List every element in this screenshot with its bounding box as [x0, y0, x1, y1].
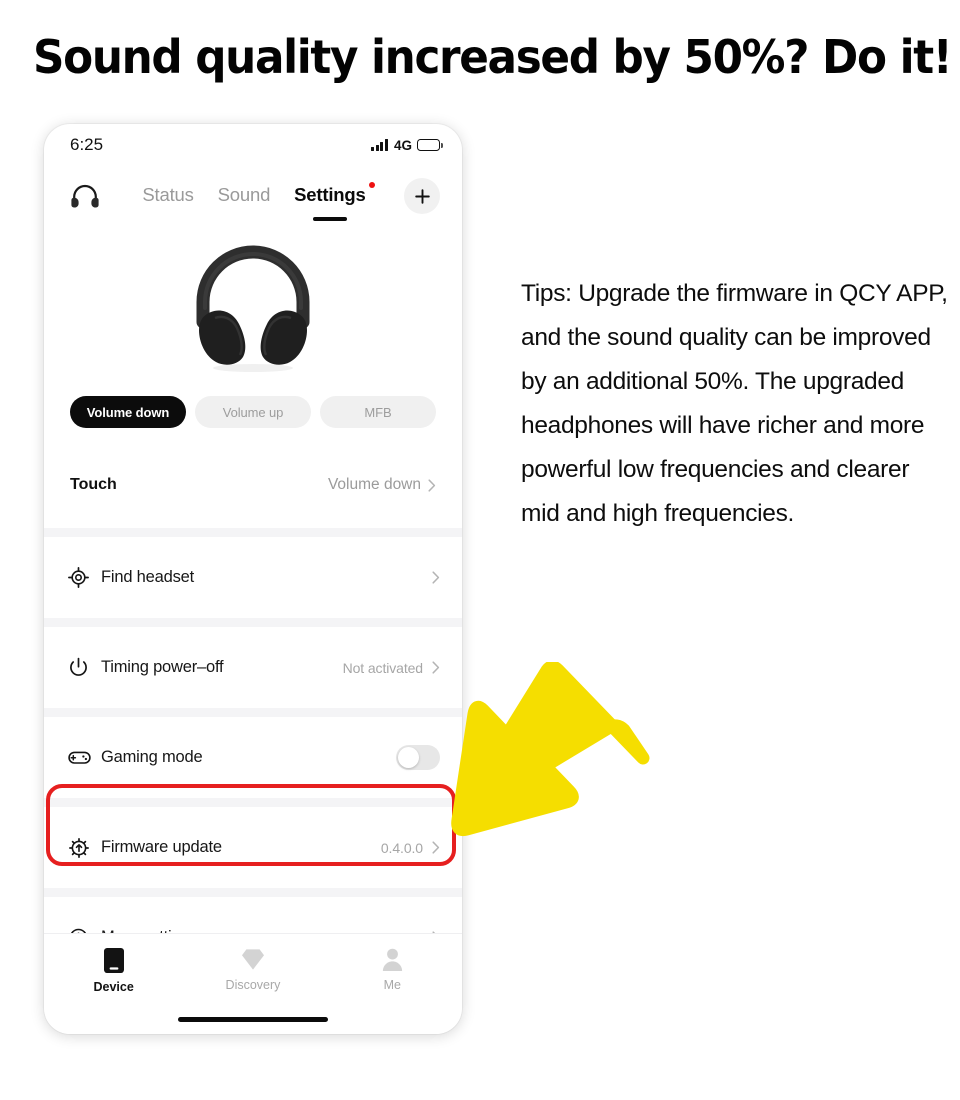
home-indicator [178, 1017, 328, 1022]
network-type-label: 4G [393, 137, 412, 153]
list-divider [44, 618, 462, 627]
list-divider [44, 798, 462, 807]
key-selector-segments: Volume down Volume up MFB [44, 396, 462, 428]
phone-mockup: 6:25 4G Status Sound Settings Volume dow… [44, 124, 462, 1034]
bottom-navigation: Device Discovery Me [44, 933, 462, 1034]
chevron-right-icon [432, 661, 440, 674]
tips-paragraph: Tips: Upgrade the firmware in QCY APP, a… [521, 280, 948, 527]
gaming-mode-toggle[interactable] [396, 745, 440, 770]
segment-volume-down[interactable]: Volume down [70, 396, 186, 428]
toggle-knob [398, 747, 419, 768]
status-bar: 6:25 4G [44, 124, 462, 166]
power-icon [68, 657, 98, 678]
row-gaming-mode[interactable]: Gaming mode [44, 717, 462, 798]
nav-item-discovery-label: Discovery [225, 978, 281, 992]
yellow-pointer-arrow [450, 660, 650, 838]
list-divider [44, 888, 462, 897]
row-firmware-update-value: 0.4.0.0 [380, 839, 423, 856]
row-firmware-update[interactable]: Firmware update 0.4.0.0 [44, 807, 462, 888]
touch-value-group: Volume down [328, 476, 436, 494]
row-find-headset-label: Find headset [101, 568, 194, 586]
tab-settings-label: Settings [294, 184, 366, 205]
row-gaming-mode-label: Gaming mode [101, 748, 203, 766]
gamepad-icon [68, 748, 98, 767]
touch-value: Volume down [327, 476, 421, 493]
person-icon [382, 948, 402, 971]
nav-item-device-label: Device [93, 980, 134, 994]
segment-mfb[interactable]: MFB [320, 396, 436, 428]
chevron-right-icon [428, 478, 436, 492]
status-bar-indicators: 4G [371, 137, 443, 153]
row-timing-power-off-label: Timing power–off [101, 658, 224, 676]
target-icon [68, 567, 98, 588]
nav-item-discovery[interactable]: Discovery [183, 947, 322, 994]
tab-settings[interactable]: Settings [294, 182, 375, 221]
battery-icon [417, 139, 443, 151]
segment-volume-up[interactable]: Volume up [195, 396, 311, 428]
row-firmware-update-label: Firmware update [101, 838, 222, 856]
tab-status[interactable]: Status [142, 184, 193, 208]
chevron-right-icon [432, 841, 440, 854]
list-divider [44, 708, 462, 717]
page-title: Sound quality increased by 50%? Do it! [33, 30, 953, 84]
nav-item-me[interactable]: Me [323, 947, 462, 994]
nav-item-device[interactable]: Device [44, 947, 183, 994]
tab-sound-label: Sound [217, 184, 271, 205]
row-timing-power-off[interactable]: Timing power–off Not activated [44, 627, 462, 708]
tab-list: Status Sound Settings [110, 182, 398, 221]
chevron-right-icon [432, 571, 440, 584]
tab-active-indicator [312, 217, 347, 221]
settings-list: Find headset Timing power–off Not activa… [44, 528, 462, 987]
signal-strength-icon [371, 139, 388, 151]
nav-item-me-label: Me [383, 978, 401, 992]
row-timing-power-off-value: Not activated [342, 659, 424, 676]
status-bar-time: 6:25 [70, 135, 104, 154]
headphones-icon [64, 183, 106, 209]
touch-row[interactable]: Touch Volume down [44, 442, 462, 528]
firmware-chip-icon [68, 837, 98, 859]
list-divider [44, 528, 462, 537]
tab-status-label: Status [142, 184, 194, 205]
tab-sound[interactable]: Sound [218, 184, 271, 208]
plus-icon [414, 188, 430, 204]
row-find-headset[interactable]: Find headset [44, 537, 462, 618]
product-image [44, 228, 462, 388]
diamond-icon [241, 949, 264, 970]
device-icon [103, 948, 124, 973]
app-tab-bar: Status Sound Settings [44, 168, 462, 224]
tab-settings-badge-dot [368, 182, 375, 188]
add-device-button[interactable] [404, 178, 440, 214]
touch-label: Touch [70, 476, 117, 493]
